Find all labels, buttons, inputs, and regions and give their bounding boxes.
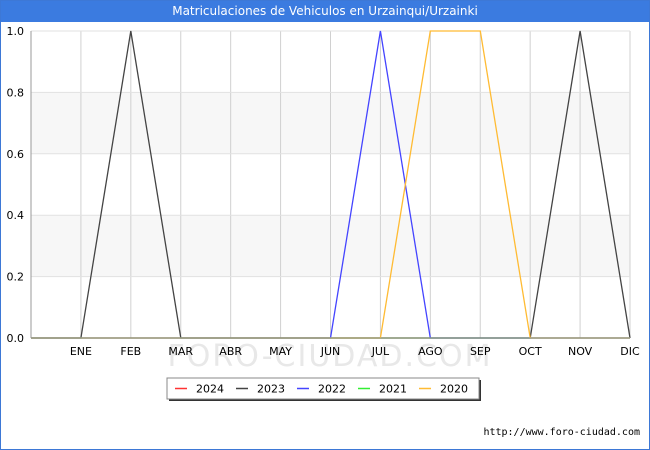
x-tick-label: DIC xyxy=(620,345,640,358)
x-tick-label: OCT xyxy=(519,345,542,358)
x-tick-label: NOV xyxy=(568,345,593,358)
line-chart: FORO-CIUDAD.COM 0.00.20.40.60.81.0ENE FEB… xyxy=(7,25,640,401)
x-tick-label: MAY xyxy=(269,345,292,358)
legend-label-2024: 2024 xyxy=(196,383,224,396)
x-tick-label: AGO xyxy=(418,345,443,358)
y-tick-label: 1.0 xyxy=(7,25,25,38)
y-tick-label: 0.2 xyxy=(7,271,25,284)
x-tick-label: FEB xyxy=(120,345,141,358)
legend-label-2023: 2023 xyxy=(257,383,285,396)
x-tick-label: ABR xyxy=(219,345,242,358)
y-tick-label: 0.6 xyxy=(7,148,25,161)
x-tick-label: JUL xyxy=(371,345,390,358)
x-tick-label: JUN xyxy=(320,345,341,358)
footer-url: http://www.foro-ciudad.com xyxy=(483,427,640,438)
y-tick-label: 0.0 xyxy=(7,332,25,345)
x-tick-label: SEP xyxy=(470,345,491,358)
y-tick-label: 0.4 xyxy=(7,209,25,222)
legend: 2024 2023 2022 2021 2020 xyxy=(166,377,481,401)
x-tick-label: MAR xyxy=(168,345,193,358)
x-tick-label: ENE xyxy=(70,345,92,358)
legend-label-2022: 2022 xyxy=(318,383,346,396)
legend-label-2021: 2021 xyxy=(379,383,407,396)
y-tick-label: 0.8 xyxy=(7,86,25,99)
legend-label-2020: 2020 xyxy=(440,383,468,396)
